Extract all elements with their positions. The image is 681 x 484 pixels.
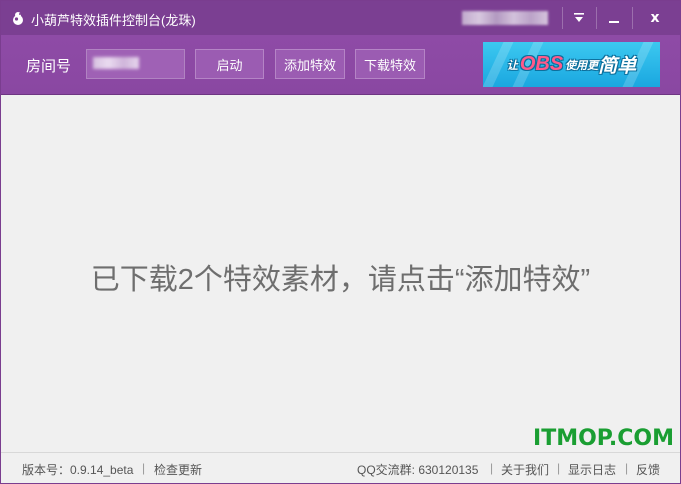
- titlebar-divider: [596, 7, 597, 29]
- check-update-link[interactable]: 检查更新: [154, 461, 202, 478]
- feedback-link[interactable]: 反馈: [636, 461, 660, 478]
- close-icon: x: [650, 10, 660, 26]
- start-button[interactable]: 启动: [195, 49, 264, 79]
- footer-separator: |: [625, 461, 629, 475]
- user-info-blurred: [462, 11, 548, 25]
- window-title: 小葫芦特效插件控制台(龙珠): [31, 13, 196, 28]
- dropdown-icon: [574, 13, 584, 22]
- close-button[interactable]: x: [640, 1, 670, 35]
- minimize-icon: [609, 21, 619, 23]
- titlebar-divider: [562, 7, 563, 29]
- about-link[interactable]: 关于我们: [501, 461, 549, 478]
- obs-banner[interactable]: 让 OBS 使用更 简单: [483, 42, 660, 87]
- titlebar-divider: [632, 7, 633, 29]
- banner-middle: 使用更: [565, 59, 599, 72]
- footer-separator: |: [142, 461, 146, 475]
- version-label: 版本号：0.9.14_beta: [22, 463, 134, 477]
- title-bar[interactable]: 小葫芦特效插件控制台(龙珠) x: [1, 1, 680, 35]
- minimize-button[interactable]: [599, 1, 629, 35]
- toolbar: 房间号 启动 添加特效 下载特效 让 OBS 使用更 简单: [1, 35, 680, 95]
- room-number-input[interactable]: [86, 49, 185, 79]
- footer-separator: |: [557, 461, 561, 475]
- banner-text: 让 OBS 使用更 简单: [483, 42, 660, 87]
- banner-prefix: 让: [506, 59, 518, 72]
- banner-suffix: 简单: [598, 56, 637, 77]
- room-number-label: 房间号: [26, 58, 72, 75]
- add-effect-button[interactable]: 添加特效: [275, 49, 345, 79]
- site-watermark: ITMOP.COM: [533, 426, 674, 451]
- qq-group-label: QQ交流群: 630120135: [357, 463, 479, 477]
- download-effect-button[interactable]: 下载特效: [355, 49, 425, 79]
- status-bar: 版本号：0.9.14_beta | 检查更新 QQ交流群: 630120135 …: [1, 452, 680, 483]
- main-content: 已下载2个特效素材，请点击“添加特效”: [1, 95, 680, 451]
- banner-brand: OBS: [519, 53, 564, 75]
- gourd-icon: [13, 12, 23, 25]
- status-message: 已下载2个特效素材，请点击“添加特效”: [90, 264, 591, 296]
- dropdown-button[interactable]: [564, 1, 594, 35]
- footer-separator: |: [490, 461, 494, 475]
- app-window: 小葫芦特效插件控制台(龙珠) x 房间号 启动 添加特效 下载特效 让 OBS …: [0, 0, 681, 484]
- show-log-link[interactable]: 显示日志: [568, 461, 616, 478]
